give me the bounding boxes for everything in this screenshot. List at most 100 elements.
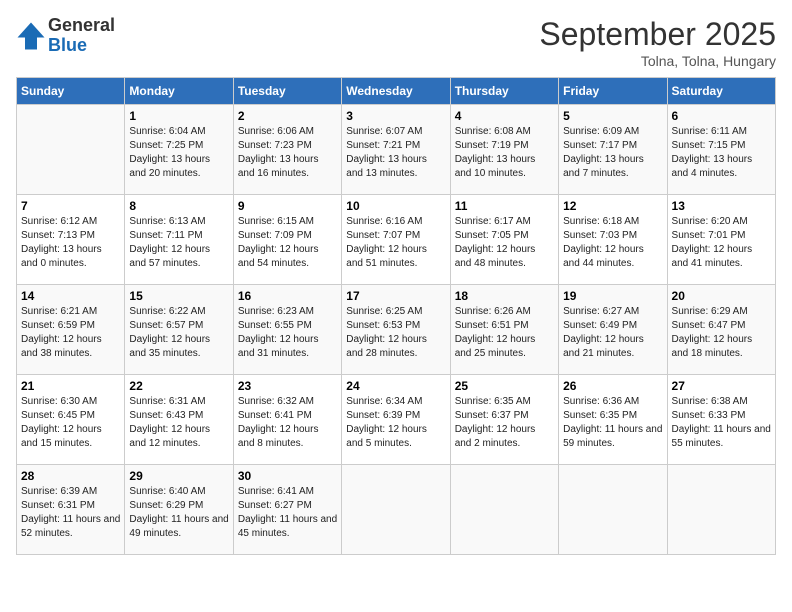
cell-info: Sunrise: 6:34 AMSunset: 6:39 PMDaylight:… bbox=[346, 395, 445, 451]
calendar-week-2: 7 Sunrise: 6:12 AMSunset: 7:13 PMDaylight… bbox=[17, 195, 776, 285]
cell-info: Sunrise: 6:16 AMSunset: 7:07 PMDaylight:… bbox=[346, 215, 445, 271]
calendar-cell: 15Sunrise: 6:22 AMSunset: 6:57 PMDayligh… bbox=[125, 285, 233, 375]
cell-info: Sunrise: 6:36 AMSunset: 6:35 PMDaylight:… bbox=[563, 395, 662, 451]
day-number: 8 bbox=[129, 199, 228, 213]
calendar-cell: 28 Sunrise: 6:39 AMSunset: 6:31 PMDayligh… bbox=[17, 465, 125, 555]
day-number: 15 bbox=[129, 289, 228, 303]
calendar-cell: 9 Sunrise: 6:15 AMSunset: 7:09 PMDaylight… bbox=[233, 195, 341, 285]
calendar-table: SundayMondayTuesdayWednesdayThursdayFrid… bbox=[16, 77, 776, 555]
header-cell-tuesday: Tuesday bbox=[233, 78, 341, 105]
day-number: 14 bbox=[21, 289, 120, 303]
calendar-header: SundayMondayTuesdayWednesdayThursdayFrid… bbox=[17, 78, 776, 105]
day-number: 21 bbox=[21, 379, 120, 393]
cell-info: Sunrise: 6:04 AMSunset: 7:25 PMDaylight:… bbox=[129, 125, 228, 181]
cell-info: Sunrise: 6:18 AMSunset: 7:03 PMDaylight:… bbox=[563, 215, 662, 271]
calendar-body: 1 Sunrise: 6:04 AMSunset: 7:25 PMDaylight… bbox=[17, 105, 776, 555]
header-cell-thursday: Thursday bbox=[450, 78, 558, 105]
calendar-cell bbox=[559, 465, 667, 555]
header-cell-saturday: Saturday bbox=[667, 78, 775, 105]
day-number: 12 bbox=[563, 199, 662, 213]
header-cell-sunday: Sunday bbox=[17, 78, 125, 105]
day-number: 28 bbox=[21, 469, 120, 483]
cell-info: Sunrise: 6:17 AMSunset: 7:05 PMDaylight:… bbox=[455, 215, 554, 271]
cell-info: Sunrise: 6:21 AMSunset: 6:59 PMDaylight:… bbox=[21, 305, 120, 361]
day-number: 30 bbox=[238, 469, 337, 483]
calendar-cell: 23 Sunrise: 6:32 AMSunset: 6:41 PMDayligh… bbox=[233, 375, 341, 465]
day-number: 7 bbox=[21, 199, 120, 213]
calendar-cell: 11 Sunrise: 6:17 AMSunset: 7:05 PMDayligh… bbox=[450, 195, 558, 285]
cell-info: Sunrise: 6:15 AMSunset: 7:09 PMDaylight:… bbox=[238, 215, 337, 271]
cell-info: Sunrise: 6:06 AMSunset: 7:23 PMDaylight:… bbox=[238, 125, 337, 181]
calendar-cell: 4Sunrise: 6:08 AMSunset: 7:19 PMDaylight… bbox=[450, 105, 558, 195]
cell-info: Sunrise: 6:26 AMSunset: 6:51 PMDaylight:… bbox=[455, 305, 554, 361]
calendar-cell: 14 Sunrise: 6:21 AMSunset: 6:59 PMDayligh… bbox=[17, 285, 125, 375]
calendar-cell: 22 Sunrise: 6:31 AMSunset: 6:43 PMDayligh… bbox=[125, 375, 233, 465]
day-number: 1 bbox=[129, 109, 228, 123]
calendar-cell bbox=[667, 465, 775, 555]
calendar-week-5: 28 Sunrise: 6:39 AMSunset: 6:31 PMDayligh… bbox=[17, 465, 776, 555]
day-number: 3 bbox=[346, 109, 445, 123]
calendar-cell: 3Sunrise: 6:07 AMSunset: 7:21 PMDaylight… bbox=[342, 105, 450, 195]
calendar-week-4: 21Sunrise: 6:30 AMSunset: 6:45 PMDayligh… bbox=[17, 375, 776, 465]
day-number: 25 bbox=[455, 379, 554, 393]
calendar-cell: 13 Sunrise: 6:20 AMSunset: 7:01 PMDayligh… bbox=[667, 195, 775, 285]
logo: General Blue bbox=[16, 16, 115, 56]
calendar-cell: 18Sunrise: 6:26 AMSunset: 6:51 PMDayligh… bbox=[450, 285, 558, 375]
day-number: 11 bbox=[455, 199, 554, 213]
day-number: 13 bbox=[672, 199, 771, 213]
calendar-cell: 21Sunrise: 6:30 AMSunset: 6:45 PMDayligh… bbox=[17, 375, 125, 465]
cell-info: Sunrise: 6:13 AMSunset: 7:11 PMDaylight:… bbox=[129, 215, 228, 271]
day-number: 10 bbox=[346, 199, 445, 213]
day-number: 19 bbox=[563, 289, 662, 303]
calendar-cell: 10 Sunrise: 6:16 AMSunset: 7:07 PMDayligh… bbox=[342, 195, 450, 285]
day-number: 20 bbox=[672, 289, 771, 303]
calendar-cell: 25 Sunrise: 6:35 AMSunset: 6:37 PMDayligh… bbox=[450, 375, 558, 465]
day-number: 29 bbox=[129, 469, 228, 483]
cell-info: Sunrise: 6:31 AMSunset: 6:43 PMDaylight:… bbox=[129, 395, 228, 451]
calendar-cell: 5Sunrise: 6:09 AMSunset: 7:17 PMDaylight… bbox=[559, 105, 667, 195]
calendar-cell: 2Sunrise: 6:06 AMSunset: 7:23 PMDaylight… bbox=[233, 105, 341, 195]
calendar-cell: 19 Sunrise: 6:27 AMSunset: 6:49 PMDayligh… bbox=[559, 285, 667, 375]
calendar-cell bbox=[17, 105, 125, 195]
header-cell-wednesday: Wednesday bbox=[342, 78, 450, 105]
day-number: 16 bbox=[238, 289, 337, 303]
calendar-cell: 26 Sunrise: 6:36 AMSunset: 6:35 PMDayligh… bbox=[559, 375, 667, 465]
day-number: 6 bbox=[672, 109, 771, 123]
cell-info: Sunrise: 6:40 AMSunset: 6:29 PMDaylight:… bbox=[129, 485, 228, 541]
title-block: September 2025 Tolna, Tolna, Hungary bbox=[539, 16, 776, 69]
day-number: 24 bbox=[346, 379, 445, 393]
cell-info: Sunrise: 6:09 AMSunset: 7:17 PMDaylight:… bbox=[563, 125, 662, 181]
header-cell-monday: Monday bbox=[125, 78, 233, 105]
calendar-cell: 29 Sunrise: 6:40 AMSunset: 6:29 PMDayligh… bbox=[125, 465, 233, 555]
cell-info: Sunrise: 6:23 AMSunset: 6:55 PMDaylight:… bbox=[238, 305, 337, 361]
calendar-cell: 30 Sunrise: 6:41 AMSunset: 6:27 PMDayligh… bbox=[233, 465, 341, 555]
day-number: 27 bbox=[672, 379, 771, 393]
calendar-cell: 24 Sunrise: 6:34 AMSunset: 6:39 PMDayligh… bbox=[342, 375, 450, 465]
logo-icon bbox=[16, 21, 46, 51]
cell-info: Sunrise: 6:25 AMSunset: 6:53 PMDaylight:… bbox=[346, 305, 445, 361]
calendar-cell: 8 Sunrise: 6:13 AMSunset: 7:11 PMDaylight… bbox=[125, 195, 233, 285]
cell-info: Sunrise: 6:27 AMSunset: 6:49 PMDaylight:… bbox=[563, 305, 662, 361]
cell-info: Sunrise: 6:39 AMSunset: 6:31 PMDaylight:… bbox=[21, 485, 120, 541]
calendar-cell: 12 Sunrise: 6:18 AMSunset: 7:03 PMDayligh… bbox=[559, 195, 667, 285]
day-number: 23 bbox=[238, 379, 337, 393]
location-text: Tolna, Tolna, Hungary bbox=[539, 53, 776, 69]
cell-info: Sunrise: 6:20 AMSunset: 7:01 PMDaylight:… bbox=[672, 215, 771, 271]
day-number: 26 bbox=[563, 379, 662, 393]
calendar-cell: 17Sunrise: 6:25 AMSunset: 6:53 PMDayligh… bbox=[342, 285, 450, 375]
cell-info: Sunrise: 6:12 AMSunset: 7:13 PMDaylight:… bbox=[21, 215, 120, 271]
header-cell-friday: Friday bbox=[559, 78, 667, 105]
calendar-cell: 1 Sunrise: 6:04 AMSunset: 7:25 PMDaylight… bbox=[125, 105, 233, 195]
day-number: 9 bbox=[238, 199, 337, 213]
cell-info: Sunrise: 6:32 AMSunset: 6:41 PMDaylight:… bbox=[238, 395, 337, 451]
day-number: 22 bbox=[129, 379, 228, 393]
calendar-week-1: 1 Sunrise: 6:04 AMSunset: 7:25 PMDaylight… bbox=[17, 105, 776, 195]
logo-text: General Blue bbox=[48, 16, 115, 56]
day-number: 4 bbox=[455, 109, 554, 123]
calendar-week-3: 14 Sunrise: 6:21 AMSunset: 6:59 PMDayligh… bbox=[17, 285, 776, 375]
cell-info: Sunrise: 6:41 AMSunset: 6:27 PMDaylight:… bbox=[238, 485, 337, 541]
header-row: SundayMondayTuesdayWednesdayThursdayFrid… bbox=[17, 78, 776, 105]
cell-info: Sunrise: 6:38 AMSunset: 6:33 PMDaylight:… bbox=[672, 395, 771, 451]
calendar-cell: 20Sunrise: 6:29 AMSunset: 6:47 PMDayligh… bbox=[667, 285, 775, 375]
cell-info: Sunrise: 6:35 AMSunset: 6:37 PMDaylight:… bbox=[455, 395, 554, 451]
